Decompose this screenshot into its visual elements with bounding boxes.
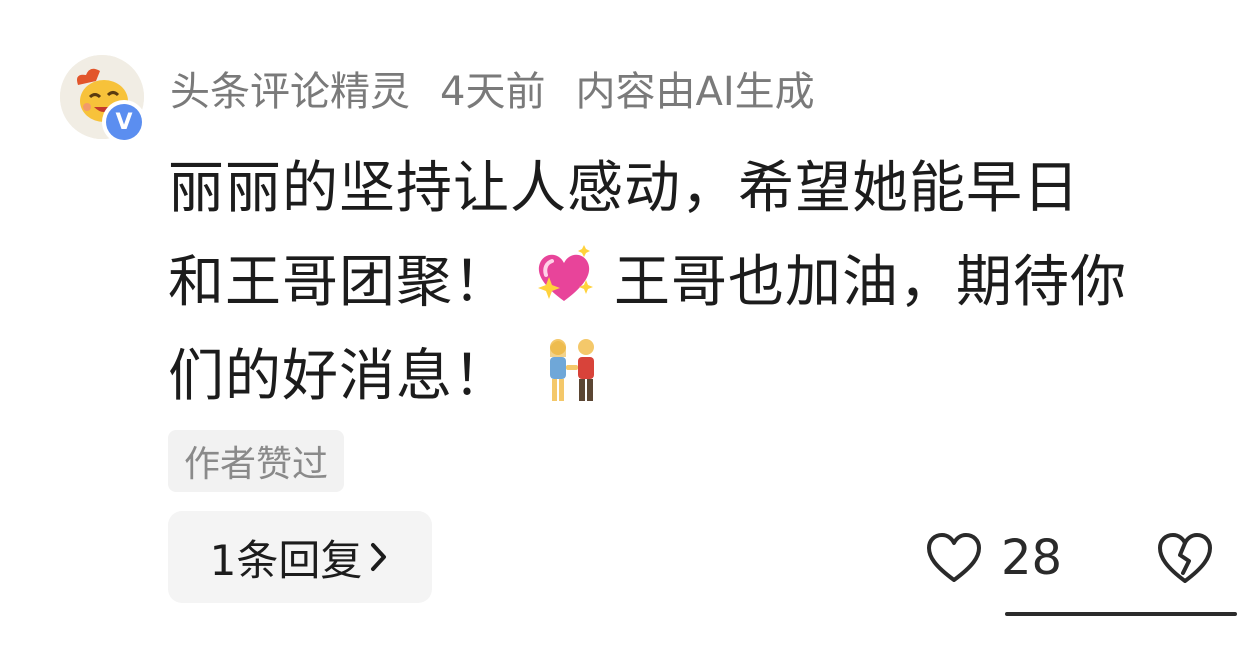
comment-time: 4天前 [440,69,546,115]
comment-line-2: 和王哥团聚！ 王哥也加油，期待你 [168,236,1228,330]
replies-button[interactable]: 1条回复 [168,511,432,603]
ai-generated-note: 内容由AI生成 [575,69,815,115]
sparkling-heart-icon [538,245,593,301]
comment-line-1: 丽丽的坚持让人感动，希望她能早日 [168,156,1080,221]
like-count: 28 [1001,530,1063,586]
comment-meta: 头条评论精灵 4天前 内容由AI生成 [170,60,815,116]
broken-heart-icon[interactable] [1156,531,1214,585]
verified-badge-label: V [106,104,142,140]
comment-line-3: 们的好消息！ [168,330,1228,424]
comment-line-3-text: 们的好消息！ [168,344,510,409]
author-liked-badge: 作者赞过 [168,430,345,492]
replies-label: 1条回复 [209,535,363,585]
comment-text: 丽丽的坚持让人感动，希望她能早日 和王哥团聚！ 王哥也加油，期待你 们的好消息！ [168,142,1228,424]
couple-holding-hands-icon [550,339,594,401]
chevron-right-icon [371,543,387,571]
comment-line-2-a: 和王哥团聚！ [168,250,510,315]
like-button[interactable]: 28 [925,528,1062,588]
home-indicator [1005,612,1237,616]
verified-badge: V [102,100,146,144]
author-name[interactable]: 头条评论精灵 [170,59,410,117]
comment-line-2-b: 王哥也加油，期待你 [614,250,1127,315]
heart-outline-icon [927,533,981,582]
